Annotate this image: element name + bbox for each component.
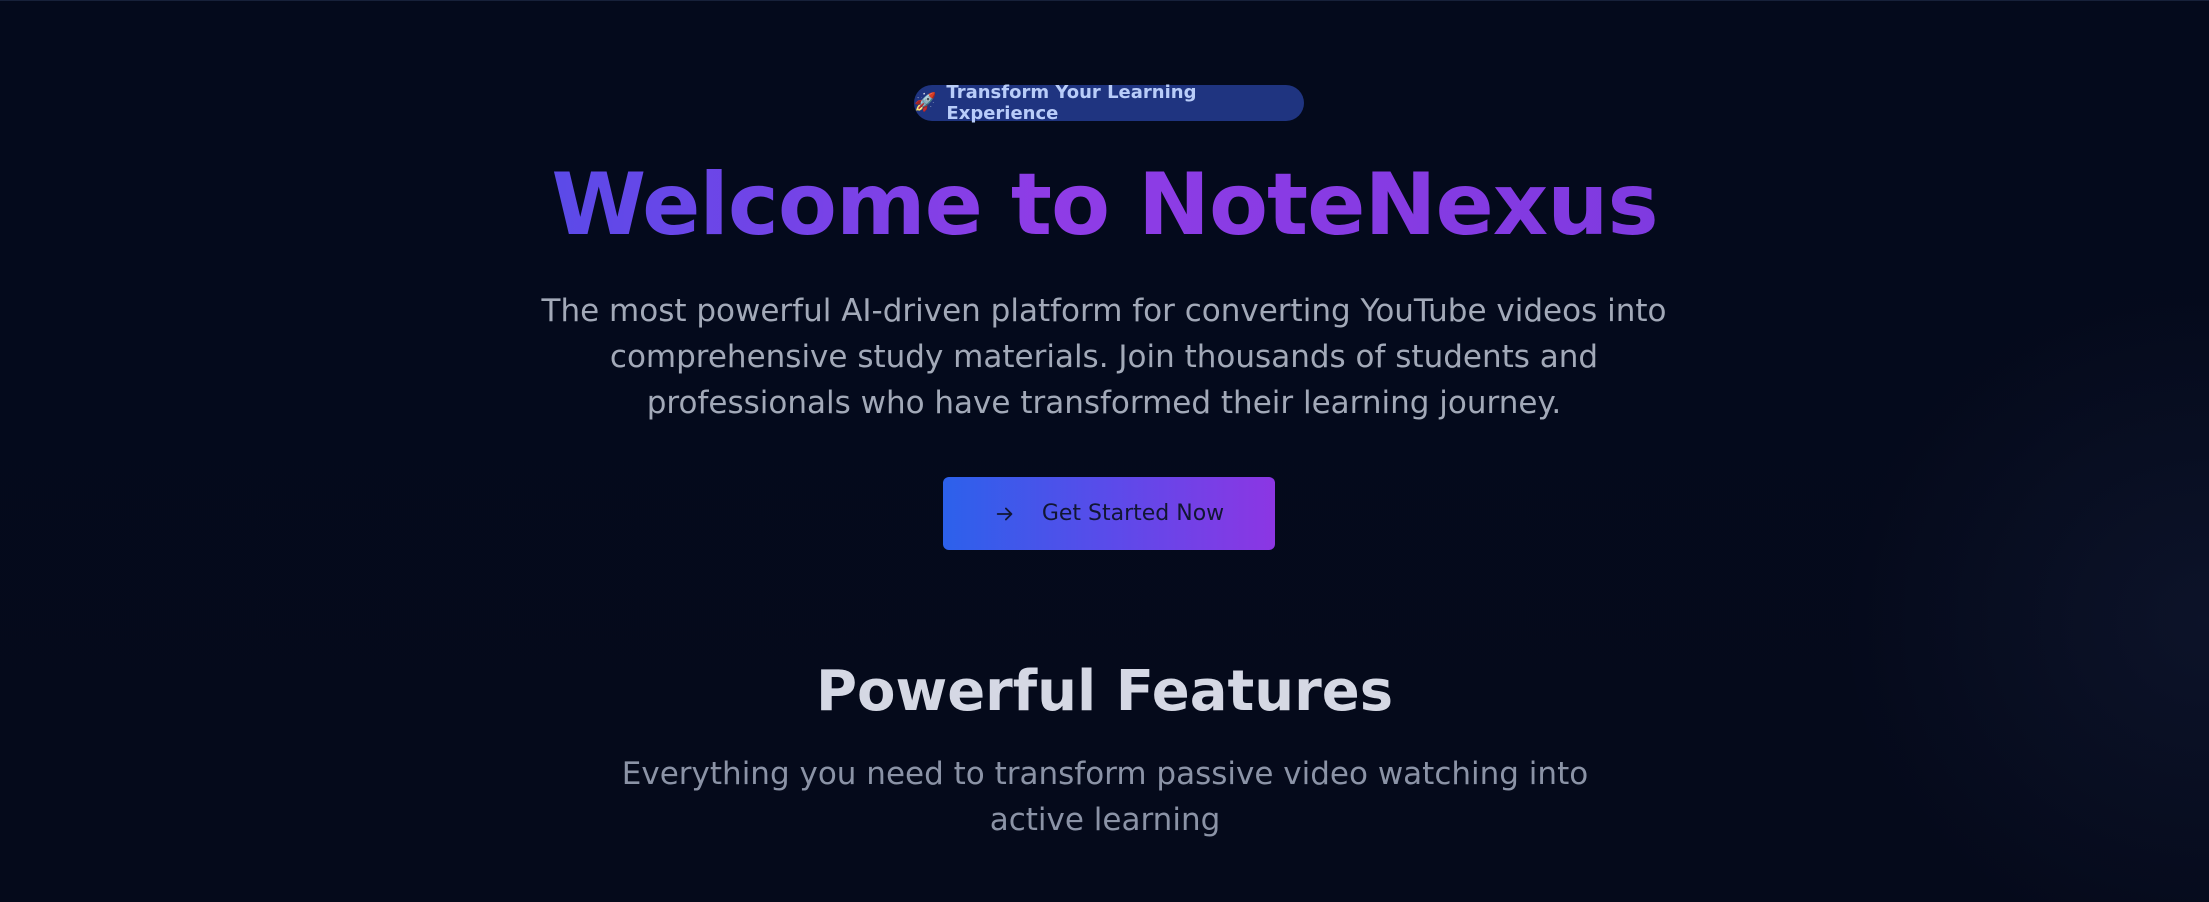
hero-badge-text: Transform Your Learning Experience [946,82,1197,124]
rocket-icon: 🚀 [914,92,937,113]
hero-badge: 🚀 Transform Your Learning Experience [914,82,1304,124]
hero-subtitle: The most powerful AI-driven platform for… [541,293,1667,421]
get-started-label: Get Started Now [1041,501,1225,526]
features-title: Powerful Features [815,659,1394,724]
get-started-button[interactable]: Get Started Now [943,477,1275,550]
page-background: 🚀 Transform Your Learning Experience Wel… [0,0,2209,902]
hero-title: Welcome to NoteNexus [0,145,2209,265]
features-subtitle: Everything you need to transform passive… [621,756,1589,838]
arrow-right-icon [996,507,1013,520]
hero-title-text: Welcome to NoteNexus [551,155,1658,255]
